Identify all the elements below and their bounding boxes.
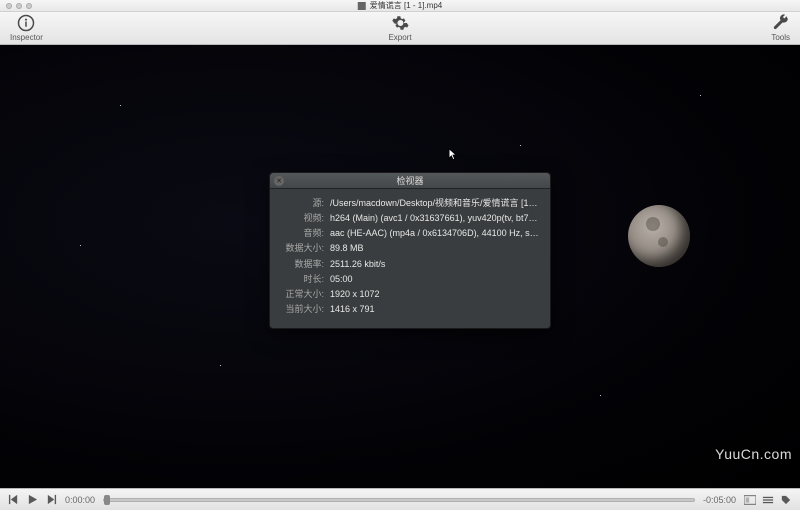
inspector-label: 音频:: [280, 227, 324, 239]
current-time: 0:00:00: [65, 495, 95, 505]
inspector-value: /Users/macdown/Desktop/视频和音乐/爱情谎言 [1 - 1…: [330, 197, 540, 209]
next-button[interactable]: [46, 494, 57, 505]
inspector-row: 数据率: 2511.26 kbit/s: [280, 258, 540, 270]
inspector-label: 视频:: [280, 212, 324, 224]
inspector-label: 数据率:: [280, 258, 324, 270]
star: [700, 95, 701, 96]
inspector-value: 89.8 MB: [330, 242, 540, 254]
inspector-value: 1416 x 791: [330, 303, 540, 315]
main-toolbar: Inspector Export Tools: [0, 12, 800, 45]
close-window-button[interactable]: [6, 3, 12, 9]
inspector-button[interactable]: Inspector: [10, 14, 43, 42]
star: [220, 365, 221, 366]
info-icon: [17, 14, 35, 32]
tag-button[interactable]: [780, 495, 792, 505]
list-button[interactable]: [762, 495, 774, 505]
inspector-value: 2511.26 kbit/s: [330, 258, 540, 270]
chapter-button[interactable]: [744, 495, 756, 505]
star: [80, 245, 81, 246]
export-button[interactable]: Export: [388, 14, 411, 42]
inspector-row: 当前大小: 1416 x 791: [280, 303, 540, 315]
video-viewport[interactable]: ✕ 检视器 源: /Users/macdown/Desktop/视频和音乐/爱情谎…: [0, 45, 800, 488]
inspector-row: 视频: h264 (Main) (avc1 / 0x31637661), yuv4…: [280, 212, 540, 224]
play-button[interactable]: [27, 494, 38, 505]
traffic-lights: [6, 3, 32, 9]
window-title-text: 爱情谎言 [1 - 1].mp4: [370, 0, 442, 11]
window-title: 爱情谎言 [1 - 1].mp4: [358, 0, 442, 11]
seek-slider[interactable]: [103, 498, 695, 502]
inspector-label: 数据大小:: [280, 242, 324, 254]
star: [120, 105, 121, 106]
window-titlebar: 爱情谎言 [1 - 1].mp4: [0, 0, 800, 12]
remaining-time: -0:05:00: [703, 495, 736, 505]
moon-graphic: [628, 205, 690, 267]
inspector-row: 源: /Users/macdown/Desktop/视频和音乐/爱情谎言 [1 -…: [280, 197, 540, 209]
minimize-window-button[interactable]: [16, 3, 22, 9]
document-icon: [358, 2, 366, 10]
inspector-value: h264 (Main) (avc1 / 0x31637661), yuv420p…: [330, 212, 540, 224]
inspector-row: 音频: aac (HE-AAC) (mp4a / 0x6134706D), 441…: [280, 227, 540, 239]
tools-label: Tools: [771, 33, 790, 42]
inspector-label: Inspector: [10, 33, 43, 42]
inspector-row: 数据大小: 89.8 MB: [280, 242, 540, 254]
watermark-text: YuuCn.com: [715, 446, 792, 462]
mouse-cursor-icon: [448, 148, 458, 162]
gear-icon: [391, 14, 409, 32]
export-label: Export: [388, 33, 411, 42]
inspector-label: 当前大小:: [280, 303, 324, 315]
inspector-label: 时长:: [280, 273, 324, 285]
star: [600, 395, 601, 396]
inspector-row: 正常大小: 1920 x 1072: [280, 288, 540, 300]
inspector-body: 源: /Users/macdown/Desktop/视频和音乐/爱情谎言 [1 -…: [270, 189, 550, 328]
inspector-value: aac (HE-AAC) (mp4a / 0x6134706D), 44100 …: [330, 227, 540, 239]
tools-button[interactable]: Tools: [771, 14, 790, 42]
inspector-value: 1920 x 1072: [330, 288, 540, 300]
inspector-row: 时长: 05:00: [280, 273, 540, 285]
prev-button[interactable]: [8, 494, 19, 505]
star: [520, 145, 521, 146]
seek-thumb[interactable]: [104, 495, 110, 505]
inspector-value: 05:00: [330, 273, 540, 285]
playback-bar: 0:00:00 -0:05:00: [0, 488, 800, 510]
inspector-header[interactable]: ✕ 检视器: [270, 173, 550, 189]
zoom-window-button[interactable]: [26, 3, 32, 9]
inspector-label: 正常大小:: [280, 288, 324, 300]
inspector-close-button[interactable]: ✕: [274, 176, 284, 186]
inspector-title: 检视器: [396, 174, 423, 187]
inspector-panel: ✕ 检视器 源: /Users/macdown/Desktop/视频和音乐/爱情谎…: [269, 172, 551, 329]
wrench-icon: [772, 14, 790, 32]
inspector-label: 源:: [280, 197, 324, 209]
